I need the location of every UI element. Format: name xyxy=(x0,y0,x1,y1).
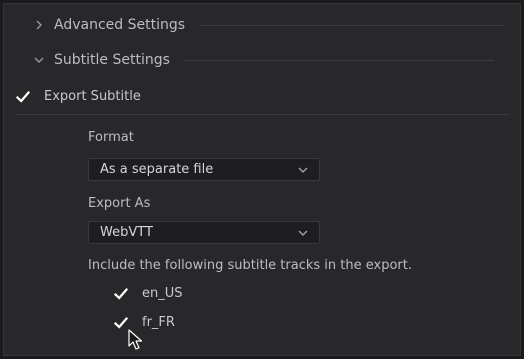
export-as-dropdown-value: WebVTT xyxy=(100,225,153,240)
advanced-settings-header[interactable]: Advanced Settings xyxy=(32,12,508,38)
divider xyxy=(16,114,510,115)
track-checkbox-fr-fr[interactable]: fr_FR xyxy=(114,315,175,330)
chevron-down-icon xyxy=(298,230,308,236)
export-subtitle-label: Export Subtitle xyxy=(44,89,141,104)
section-divider xyxy=(183,59,494,61)
track-checkbox-en-us[interactable]: en_US xyxy=(114,286,183,301)
export-subtitle-checkbox[interactable]: Export Subtitle xyxy=(16,89,141,104)
chevron-right-icon xyxy=(36,20,42,30)
advanced-settings-label: Advanced Settings xyxy=(54,17,186,33)
format-label: Format xyxy=(88,130,134,145)
subtitle-settings-label: Subtitle Settings xyxy=(54,52,170,68)
checkmark-icon xyxy=(114,316,128,329)
format-dropdown-value: As a separate file xyxy=(100,162,214,177)
track-label-en-us: en_US xyxy=(142,286,183,301)
export-as-dropdown[interactable]: WebVTT xyxy=(88,221,320,244)
format-dropdown[interactable]: As a separate file xyxy=(88,158,320,181)
checkmark-icon xyxy=(114,287,128,300)
chevron-down-icon xyxy=(298,167,308,173)
chevron-down-icon xyxy=(34,57,44,63)
export-as-label: Export As xyxy=(88,196,151,211)
mouse-pointer-icon xyxy=(128,329,143,350)
tracks-instruction: Include the following subtitle tracks in… xyxy=(88,258,412,273)
section-divider xyxy=(199,24,506,26)
checkmark-icon xyxy=(16,90,30,103)
subtitle-settings-header[interactable]: Subtitle Settings xyxy=(32,47,508,73)
track-label-fr-fr: fr_FR xyxy=(142,315,175,330)
